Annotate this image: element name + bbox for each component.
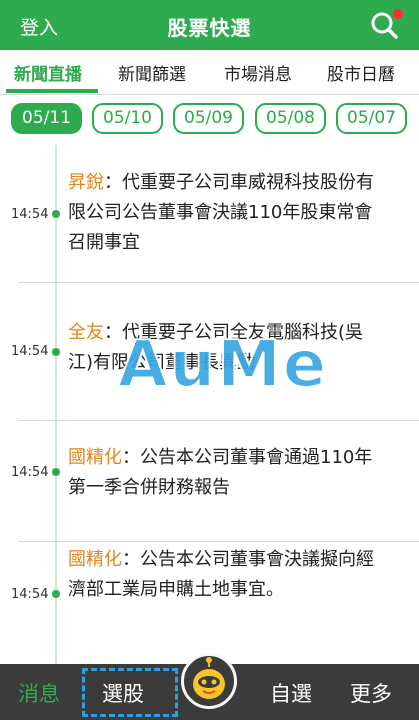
news-headline: 昇銳：代重要子公司車威視科技股份有限公司公告董事會決議110年股東常會召開事宜	[68, 172, 374, 253]
page-title: 股票快選	[167, 16, 252, 40]
date-pill[interactable]: 05/07	[336, 103, 407, 134]
date-pill[interactable]: 05/10	[92, 103, 163, 134]
timeline-dot	[52, 590, 60, 598]
date-pill[interactable]: 05/11	[11, 103, 82, 134]
timeline-line	[55, 145, 57, 665]
stock-name-link[interactable]: 國精化	[68, 447, 122, 468]
tab-news-filter[interactable]: 新聞篩選	[118, 60, 186, 85]
divider	[18, 282, 419, 283]
active-tab-indicator	[6, 89, 98, 93]
tab-stock-calendar[interactable]: 股市日曆	[327, 60, 395, 85]
nav-watchlist[interactable]: 自選	[270, 678, 312, 708]
date-selector: 05/11 05/10 05/09 05/08 05/07	[0, 100, 419, 136]
search-icon[interactable]	[369, 9, 403, 40]
divider	[18, 541, 419, 542]
news-time: 14:54	[11, 207, 49, 222]
tab-bar: 新聞直播 新聞篩選 市場消息 股市日曆	[0, 50, 419, 95]
highlight-box	[82, 668, 178, 717]
tab-market-news[interactable]: 市場消息	[224, 60, 292, 85]
stock-name-link[interactable]: 昇銳	[68, 172, 104, 193]
nav-news[interactable]: 消息	[18, 678, 60, 708]
news-time: 14:54	[11, 344, 49, 359]
watermark: AuMe	[117, 327, 329, 403]
stock-name-link[interactable]: 全友	[68, 322, 104, 343]
divider	[18, 420, 419, 421]
timeline-dot	[52, 468, 60, 476]
news-time: 14:54	[11, 465, 49, 480]
nav-more[interactable]: 更多	[350, 678, 392, 708]
mascot-icon[interactable]	[181, 653, 237, 709]
date-pill[interactable]: 05/08	[255, 103, 326, 134]
tab-live-news[interactable]: 新聞直播	[14, 60, 82, 85]
timeline-dot	[52, 210, 60, 218]
stock-name-link[interactable]: 國精化	[68, 549, 122, 570]
timeline-dot	[52, 348, 60, 356]
date-pill[interactable]: 05/09	[173, 103, 244, 134]
news-headline: 國精化：公告本公司董事會通過110年第一季合併財務報告	[68, 447, 373, 498]
notification-dot	[393, 9, 403, 19]
news-headline: 國精化：公告本公司董事會決議擬向經濟部工業局申購土地事宜。	[68, 549, 374, 600]
app-header: 登入 股票快選	[0, 0, 419, 50]
news-time: 14:54	[11, 587, 49, 602]
